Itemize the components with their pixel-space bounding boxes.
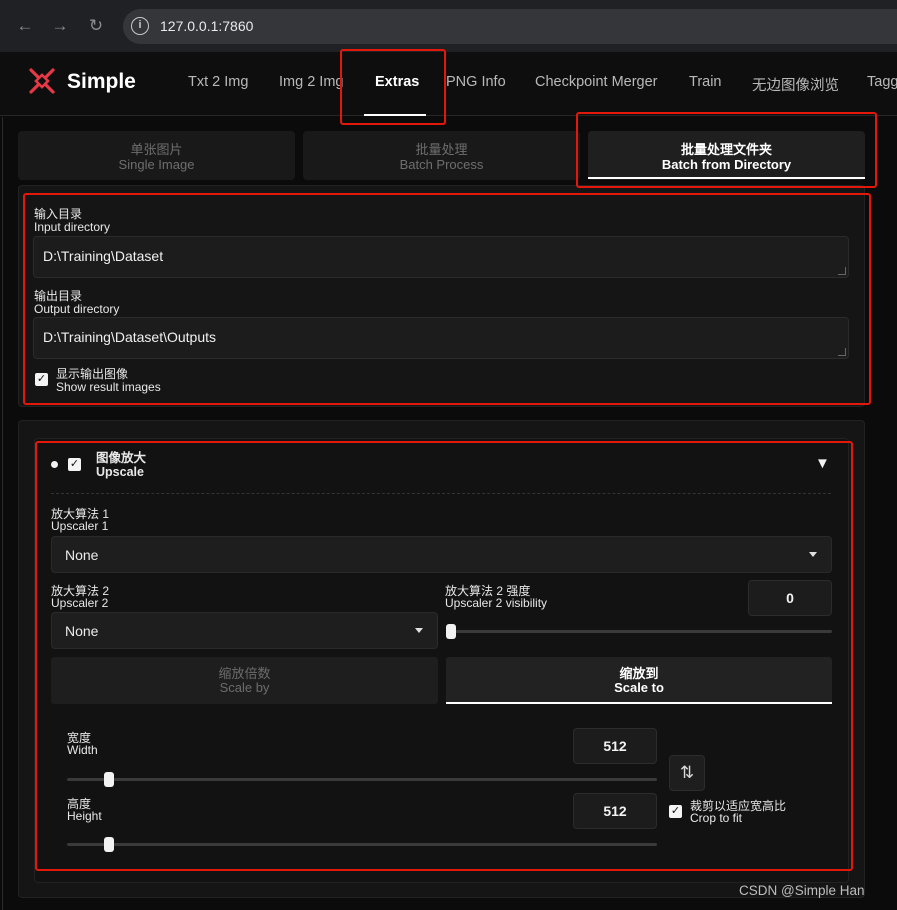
visibility-slider-thumb[interactable] (446, 624, 456, 639)
width-slider-thumb[interactable] (103, 772, 114, 787)
logo-icon (29, 68, 55, 94)
tab-img2img[interactable]: Img 2 Img (279, 74, 343, 90)
subtab-batch-process[interactable]: 批量处理 Batch Process (303, 131, 580, 180)
chevron-down-icon (809, 552, 817, 557)
divider (2, 117, 3, 910)
scale-by-label-en: Scale by (219, 680, 270, 695)
tab-scale-to[interactable]: 缩放到 Scale to (446, 657, 832, 704)
visibility-label-en: Upscaler 2 visibility (445, 596, 548, 610)
tab-checkpoint-merger[interactable]: Checkpoint Merger (535, 74, 658, 90)
subtab-single-image[interactable]: 单张图片 Single Image (18, 131, 295, 180)
browser-toolbar: ← → ↻ i 127.0.0.1:7860 (0, 0, 897, 52)
crop-label-en: Crop to fit (690, 811, 743, 825)
upscaler1-label-en: Upscaler 1 (51, 519, 109, 533)
visibility-number-input[interactable]: 0 (748, 580, 832, 616)
height-number-input[interactable]: 512 (573, 793, 657, 829)
url-text[interactable]: 127.0.0.1:7860 (160, 18, 253, 34)
scale-by-label-zh: 缩放倍数 (218, 666, 271, 681)
tab-tagger[interactable]: Tagg (867, 74, 897, 90)
show-results-checkbox[interactable]: ✓ (35, 373, 48, 386)
address-bar[interactable]: i 127.0.0.1:7860 (123, 9, 897, 44)
crop-to-fit-checkbox[interactable]: ✓ (669, 805, 682, 818)
subtab-label-zh: 批量处理 (415, 142, 468, 157)
upscaler2-label-en: Upscaler 2 (51, 596, 109, 610)
output-directory-field[interactable]: D:\Training\Dataset\Outputs (33, 317, 849, 359)
swap-dimensions-icon[interactable]: ⇅ (669, 755, 705, 791)
show-results-label-en: Show result images (56, 380, 161, 394)
height-slider-thumb[interactable] (103, 837, 114, 852)
app-header: Simple Txt 2 Img Img 2 Img Extras PNG In… (0, 52, 897, 116)
show-results-label-zh: 显示输出图像 (56, 367, 129, 381)
input-dir-label-zh: 输入目录 (34, 207, 83, 221)
status-dot-icon (51, 461, 58, 468)
subtab-label-zh: 单张图片 (130, 142, 183, 157)
input-directory-field[interactable]: D:\Training\Dataset (33, 236, 849, 278)
output-dir-label-en: Output directory (34, 302, 120, 316)
height-slider-track[interactable] (67, 843, 657, 846)
upscale-title-en: Upscale (96, 465, 144, 479)
directory-panel (18, 185, 865, 407)
resize-handle[interactable] (838, 348, 846, 356)
tab-train[interactable]: Train (689, 74, 722, 90)
tab-image-browser[interactable]: 无边图像浏览 (752, 74, 839, 95)
subtab-label-en: Batch Process (399, 157, 484, 172)
collapse-icon[interactable]: ▼ (815, 455, 830, 472)
upscaler2-dropdown[interactable]: None (51, 612, 438, 649)
forward-icon[interactable]: → (48, 14, 72, 38)
upscaler1-dropdown[interactable]: None (51, 536, 832, 573)
subtab-batch-from-directory[interactable]: 批量处理文件夹 Batch from Directory (588, 131, 865, 180)
height-label-en: Height (67, 809, 102, 823)
brand-name: Simple (67, 70, 136, 93)
scale-to-label-zh: 缩放到 (619, 666, 659, 681)
scale-to-label-en: Scale to (614, 680, 664, 695)
upscale-enable-checkbox[interactable]: ✓ (68, 458, 81, 471)
output-dir-label-zh: 输出目录 (34, 289, 83, 303)
width-slider-track[interactable] (67, 778, 657, 781)
input-directory-value: D:\Training\Dataset (43, 248, 164, 264)
upscaler2-value: None (65, 623, 99, 639)
output-directory-value: D:\Training\Dataset\Outputs (43, 329, 217, 345)
width-label-en: Width (67, 743, 98, 757)
input-dir-label-en: Input directory (34, 220, 111, 234)
watermark: CSDN @Simple Han (739, 883, 865, 898)
tab-scale-by[interactable]: 缩放倍数 Scale by (51, 657, 438, 704)
upscale-title-zh: 图像放大 (96, 451, 147, 465)
resize-handle[interactable] (838, 267, 846, 275)
chevron-down-icon (415, 628, 423, 633)
tab-txt2img[interactable]: Txt 2 Img (188, 74, 248, 90)
visibility-slider-track[interactable] (446, 630, 832, 633)
active-subtab-indicator (588, 177, 865, 179)
subtab-label-en: Single Image (118, 157, 195, 172)
divider (51, 493, 831, 494)
width-number-input[interactable]: 512 (573, 728, 657, 764)
subtab-label-en: Batch from Directory (661, 157, 792, 172)
upscaler1-value: None (65, 547, 99, 563)
back-icon[interactable]: ← (13, 14, 37, 38)
subtab-label-zh: 批量处理文件夹 (680, 142, 772, 157)
active-tab-indicator (364, 114, 426, 116)
site-info-icon[interactable]: i (131, 17, 149, 35)
tab-png-info[interactable]: PNG Info (446, 74, 506, 90)
tab-extras[interactable]: Extras (375, 74, 419, 90)
reload-icon[interactable]: ↻ (84, 14, 108, 38)
